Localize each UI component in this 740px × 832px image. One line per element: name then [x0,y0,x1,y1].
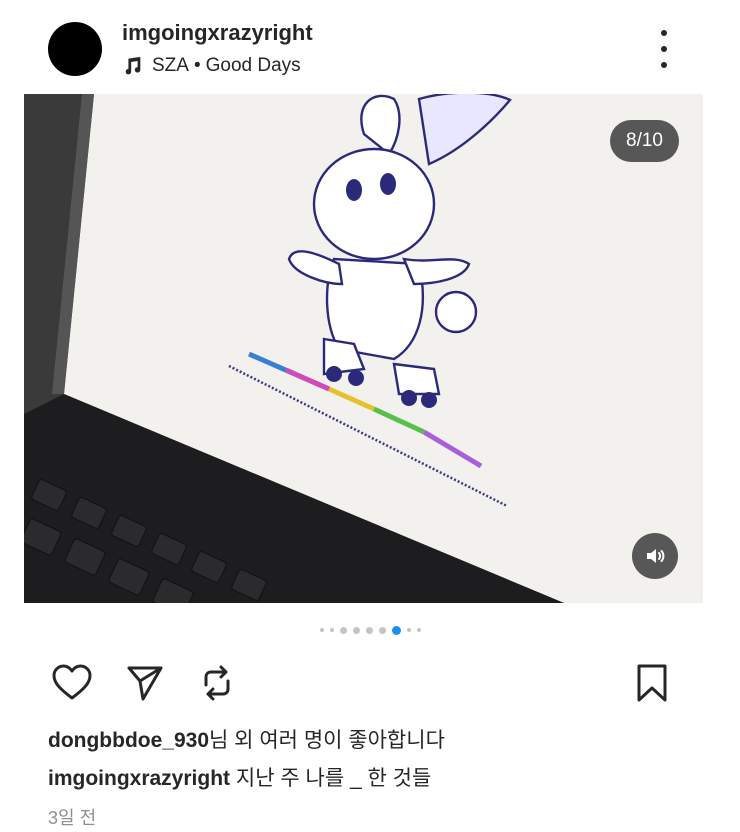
likes-summary[interactable]: dongbbdoe_930님 외 여러 명이 좋아합니다 [48,724,445,754]
carousel-dot [365,626,373,634]
music-note-icon [125,56,141,75]
caption-username[interactable]: imgoingxrazyright [48,767,230,790]
music-info[interactable]: SZA • Good Days [122,55,301,77]
more-vertical-icon [661,30,667,36]
carousel-counter: 8/10 [610,120,679,162]
like-button[interactable] [50,661,94,705]
bookmark-icon [637,664,667,702]
media-image [24,94,703,603]
likes-first-user[interactable]: dongbbdoe_930 [48,729,209,752]
carousel-dot [329,628,334,632]
speaker-icon [647,549,665,563]
carousel-dot-active [391,625,401,635]
post-actions [0,655,740,707]
carousel-dot [339,626,347,634]
more-options-button[interactable] [650,30,678,68]
carousel-dot [352,626,360,634]
carousel-dot [319,628,324,632]
sound-toggle-button[interactable] [632,533,678,579]
heart-icon [52,664,92,700]
post-username[interactable]: imgoingxrazyright [122,20,313,46]
music-song: Good Days [205,55,301,76]
post-header: imgoingxrazyright SZA • Good Days [0,0,740,94]
repost-button[interactable] [195,661,239,705]
likes-suffix: 님 외 여러 명이 좋아합니다 [209,729,445,752]
music-artist: SZA [152,55,189,76]
save-button[interactable] [630,661,674,705]
send-icon [127,666,163,701]
post-media[interactable]: 8/10 [24,94,703,603]
share-button[interactable] [123,661,167,705]
carousel-dot [416,628,421,632]
avatar[interactable] [48,22,102,76]
post-caption: imgoingxrazyright 지난 주 나를 _ 한 것들 [48,762,431,792]
carousel-dot [378,626,386,634]
caption-text: 지난 주 나를 _ 한 것들 [235,767,432,790]
carousel-dots [0,625,740,635]
carousel-dot [406,628,411,632]
repost-icon [204,665,230,701]
music-separator: • [193,55,201,76]
post-timestamp: 3일 전 [48,808,97,828]
